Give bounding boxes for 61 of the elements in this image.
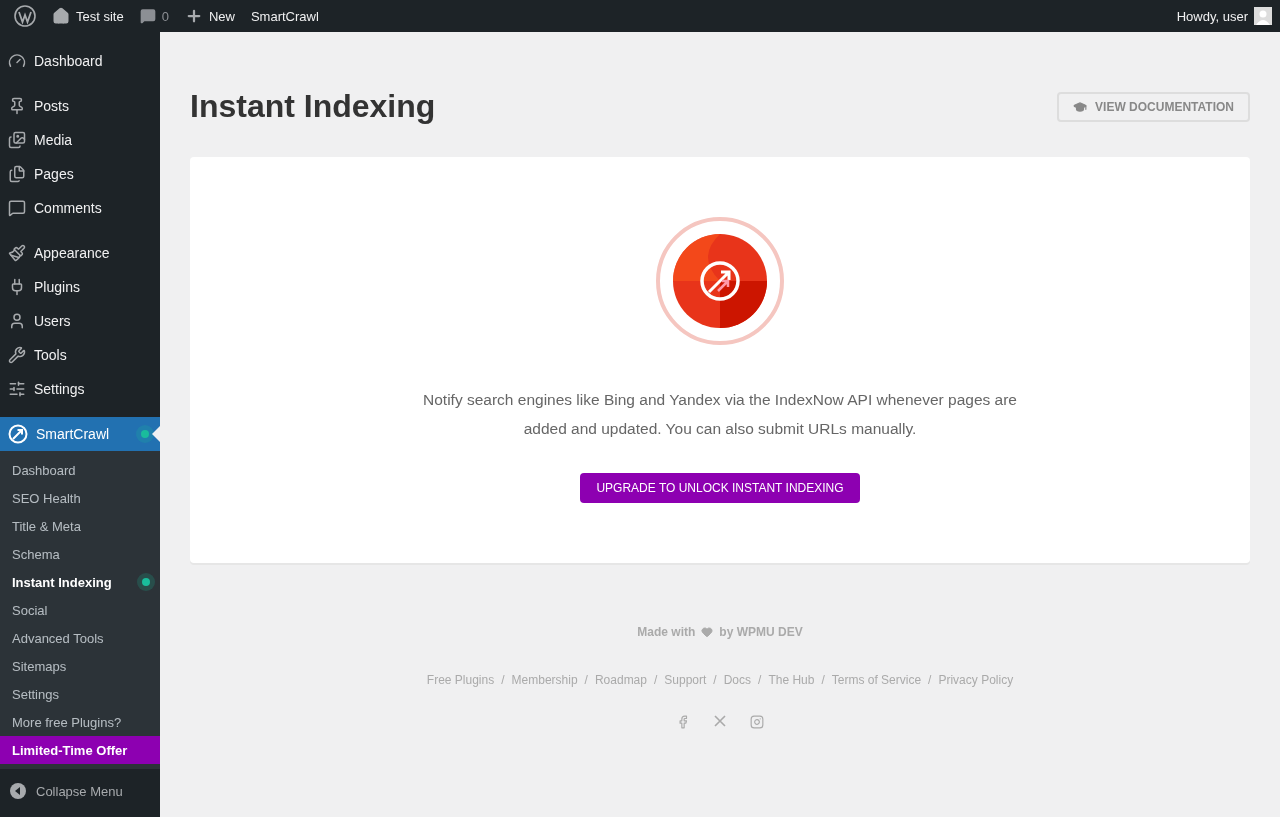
collapse-icon [10, 783, 26, 799]
collapse-menu-button[interactable]: Collapse Menu [0, 774, 160, 808]
menu-item[interactable]: Dashboard [0, 44, 160, 78]
menu-icon [8, 380, 26, 398]
menu-icon [8, 312, 26, 330]
facebook-icon[interactable] [676, 715, 690, 729]
wordpress-logo-icon[interactable] [14, 5, 36, 27]
menu-item[interactable]: Pages [0, 157, 160, 191]
submenu-item[interactable]: Instant Indexing [0, 568, 160, 596]
submenu-item[interactable]: Title & Meta [0, 512, 160, 540]
comments-link[interactable]: 0 [131, 8, 177, 24]
submenu-item[interactable]: Schema [0, 540, 160, 568]
menu-icon [8, 131, 26, 149]
description-text: Notify search engines like Bing and Yandex via the IndexNow API whenever pages are added and updated. You can also submit URLs manually. [422, 390, 1018, 439]
instagram-icon[interactable] [750, 715, 764, 729]
menu-item[interactable]: Settings [0, 372, 160, 406]
heart-icon [701, 626, 714, 638]
separator-text: / [584, 673, 588, 687]
menu-item[interactable]: Posts [0, 89, 160, 123]
plugin-link[interactable]: SmartCrawl [242, 8, 327, 24]
submenu-item[interactable]: Sitemaps [0, 652, 160, 680]
separator-text: / [713, 673, 717, 687]
comment-icon [139, 8, 156, 24]
menu-icon [8, 244, 26, 262]
greeting-text[interactable]: Howdy, user [1176, 8, 1248, 24]
separator-text: / [653, 673, 658, 687]
menu-item[interactable]: Tools [0, 338, 160, 372]
menu-item[interactable]: SmartCrawl [0, 417, 160, 451]
menu-icon [8, 97, 26, 115]
avatar-icon[interactable] [1254, 7, 1272, 25]
credit-text: by WPMU DEV [719, 625, 803, 639]
separator-text: / [821, 673, 825, 687]
submenu-item[interactable]: Dashboard [0, 456, 160, 484]
submenu-item[interactable]: Settings [0, 680, 160, 708]
menu-icon [8, 199, 26, 217]
x-icon[interactable] [714, 715, 726, 727]
upgrade-button[interactable]: UPGRADE TO UNLOCK INSTANT INDEXING [580, 473, 860, 503]
home-icon [52, 7, 70, 25]
menu-icon [8, 346, 26, 364]
menu-item[interactable]: Users [0, 304, 160, 338]
submenu-item[interactable]: Social [0, 596, 160, 624]
menu-icon [8, 165, 26, 183]
menu-item[interactable]: Media [0, 123, 160, 157]
menu-item[interactable]: Appearance [0, 236, 160, 270]
new-link[interactable]: New [176, 7, 243, 25]
submenu-item[interactable]: More free Plugins? [0, 708, 160, 736]
separator-text: / [758, 673, 762, 687]
submenu-item[interactable]: SEO Health [0, 484, 160, 512]
page-title: Instant Indexing [190, 88, 436, 125]
made-with-text: Made with [637, 625, 696, 639]
separator-text: / [501, 673, 505, 687]
menu-icon [8, 52, 26, 70]
graduation-cap-icon [1073, 99, 1088, 114]
menu-item[interactable]: Plugins [0, 270, 160, 304]
submenu-item[interactable]: Advanced Tools [0, 624, 160, 652]
promo-item[interactable]: Limited-Time Offer [0, 736, 160, 764]
crawler-icon [8, 424, 28, 444]
smartcrawl-logo-icon [656, 217, 784, 345]
menu-item[interactable]: Comments [0, 191, 160, 225]
site-link[interactable]: Test site [44, 7, 132, 25]
separator-text: / [928, 673, 932, 687]
